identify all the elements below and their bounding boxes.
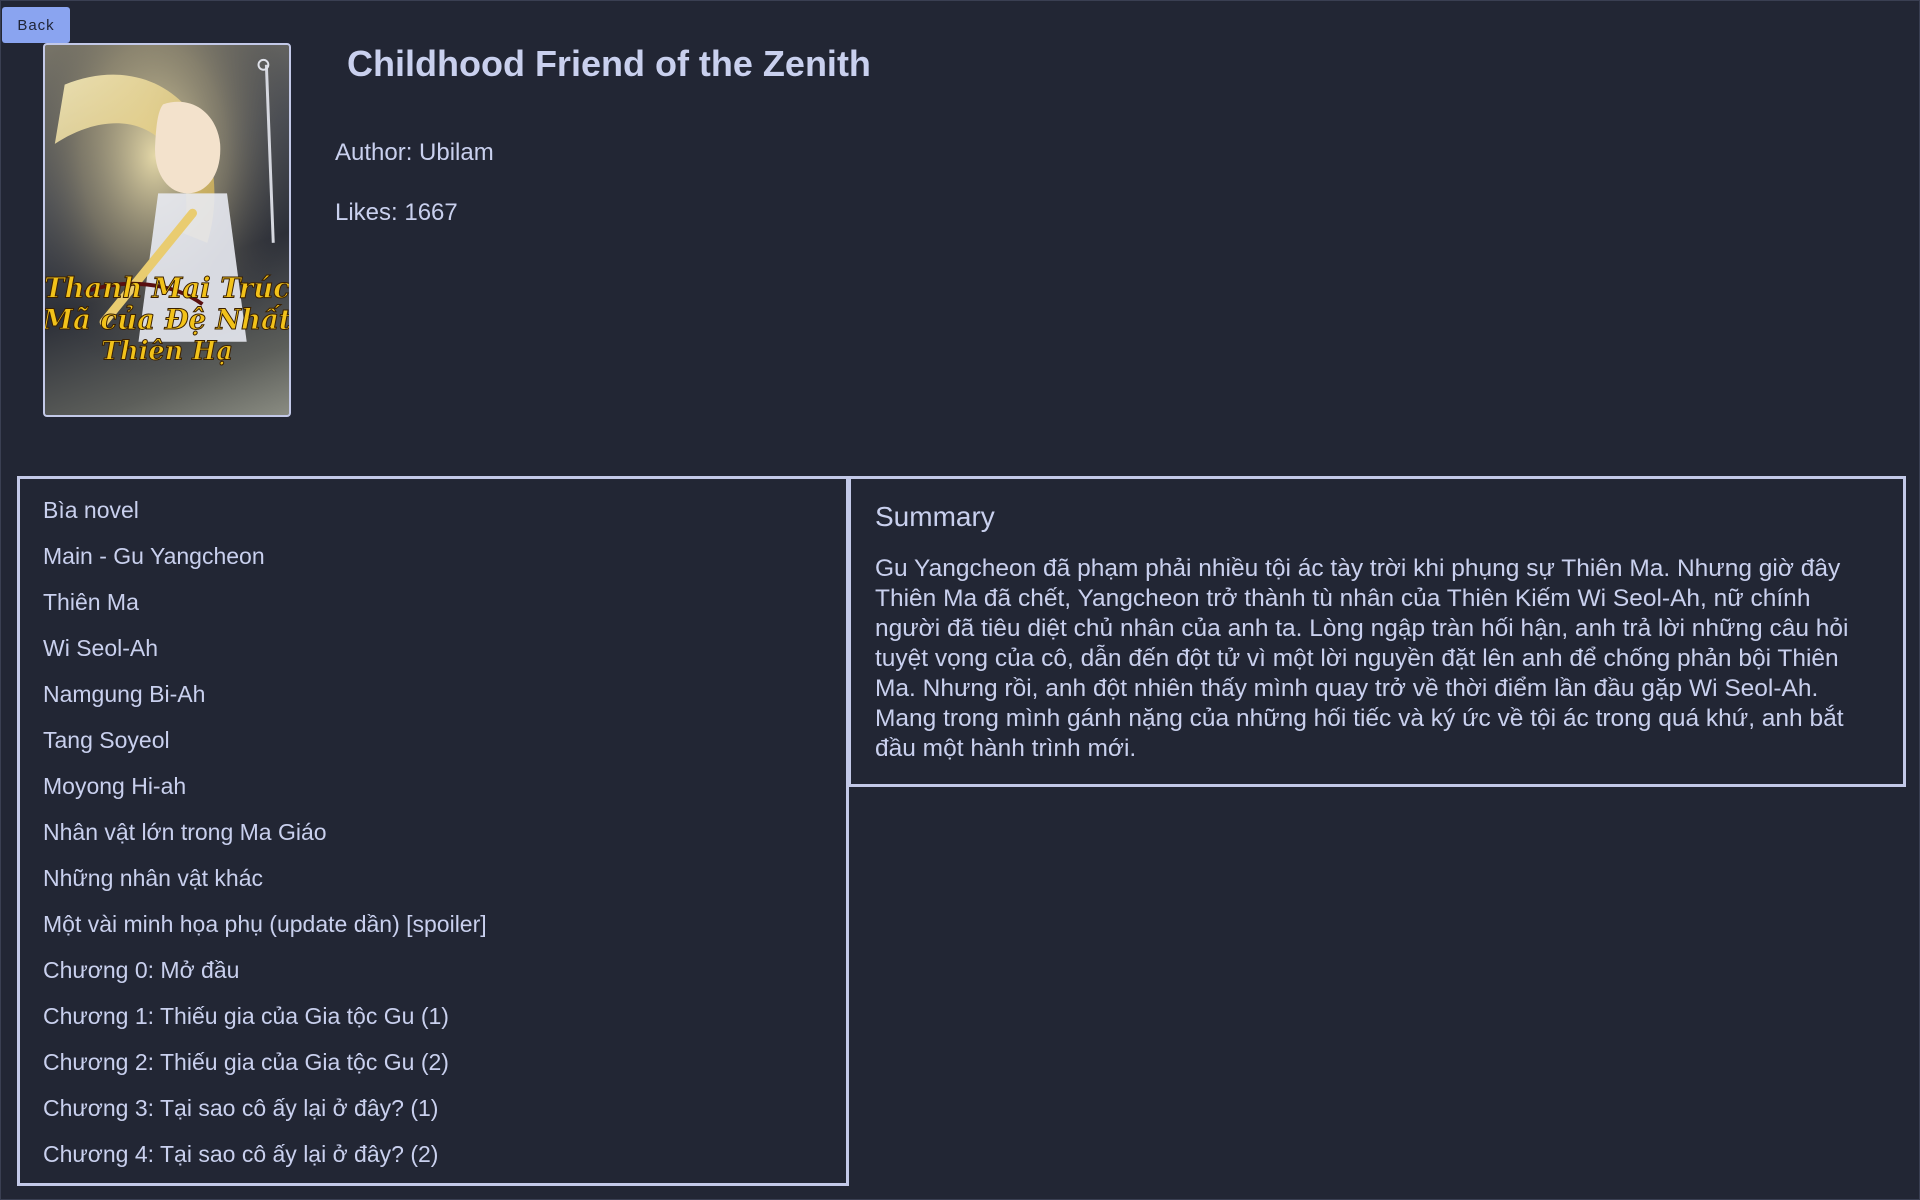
chapter-item[interactable]: Chương 2: Thiếu gia của Gia tộc Gu (2) (43, 1051, 846, 1097)
cover-image: Thanh Mai Trúc Mã của Đệ Nhất Thiên Hạ (43, 43, 291, 417)
chapter-item[interactable]: Những nhân vật khác (43, 867, 846, 913)
chapter-item[interactable]: Chương 4: Tại sao cô ấy lại ở đây? (2) (43, 1143, 846, 1183)
chapter-list: Bìa novel Main - Gu Yangcheon Thiên Ma W… (20, 479, 846, 1183)
chapter-item[interactable]: Main - Gu Yangcheon (43, 545, 846, 591)
summary-panel: Summary Gu Yangcheon đã phạm phải nhiều … (848, 476, 1906, 787)
novel-likes: Likes: 1667 (335, 199, 458, 226)
chapter-item[interactable]: Tang Soyeol (43, 729, 846, 775)
chapter-item[interactable]: Nhân vật lớn trong Ma Giáo (43, 821, 846, 867)
chapter-item[interactable]: Thiên Ma (43, 591, 846, 637)
chapter-list-panel[interactable]: Bìa novel Main - Gu Yangcheon Thiên Ma W… (17, 476, 849, 1186)
cover-illustration: Thanh Mai Trúc Mã của Đệ Nhất Thiên Hạ (45, 45, 289, 415)
chapter-item[interactable]: Wi Seol-Ah (43, 637, 846, 683)
chapter-item[interactable]: Bìa novel (43, 499, 846, 545)
novel-author: Author: Ubilam (335, 139, 494, 166)
chapter-item[interactable]: Một vài minh họa phụ (update dần) [spoil… (43, 913, 846, 959)
chapter-item[interactable]: Chương 0: Mở đầu (43, 959, 846, 1005)
chapter-item[interactable]: Chương 1: Thiếu gia của Gia tộc Gu (1) (43, 1005, 846, 1051)
summary-text: Gu Yangcheon đã phạm phải nhiều tội ác t… (875, 555, 1849, 762)
chapter-item[interactable]: Chương 3: Tại sao cô ấy lại ở đây? (1) (43, 1097, 846, 1143)
cover-lettering: Thanh Mai Trúc (45, 271, 289, 304)
svg-text:Mã của Đệ Nhất: Mã của Đệ Nhất (45, 303, 289, 336)
chapter-item[interactable]: Namgung Bi-Ah (43, 683, 846, 729)
svg-text:Thiên Hạ: Thiên Hạ (101, 337, 233, 367)
summary-heading: Summary (875, 501, 995, 532)
novel-title: Childhood Friend of the Zenith (347, 43, 871, 84)
back-button[interactable]: Back (2, 7, 70, 43)
chapter-item[interactable]: Moyong Hi-ah (43, 775, 846, 821)
novel-detail-page: Back Thanh Mai Trúc Mã của Đệ Nhất Thiên… (0, 0, 1920, 1200)
